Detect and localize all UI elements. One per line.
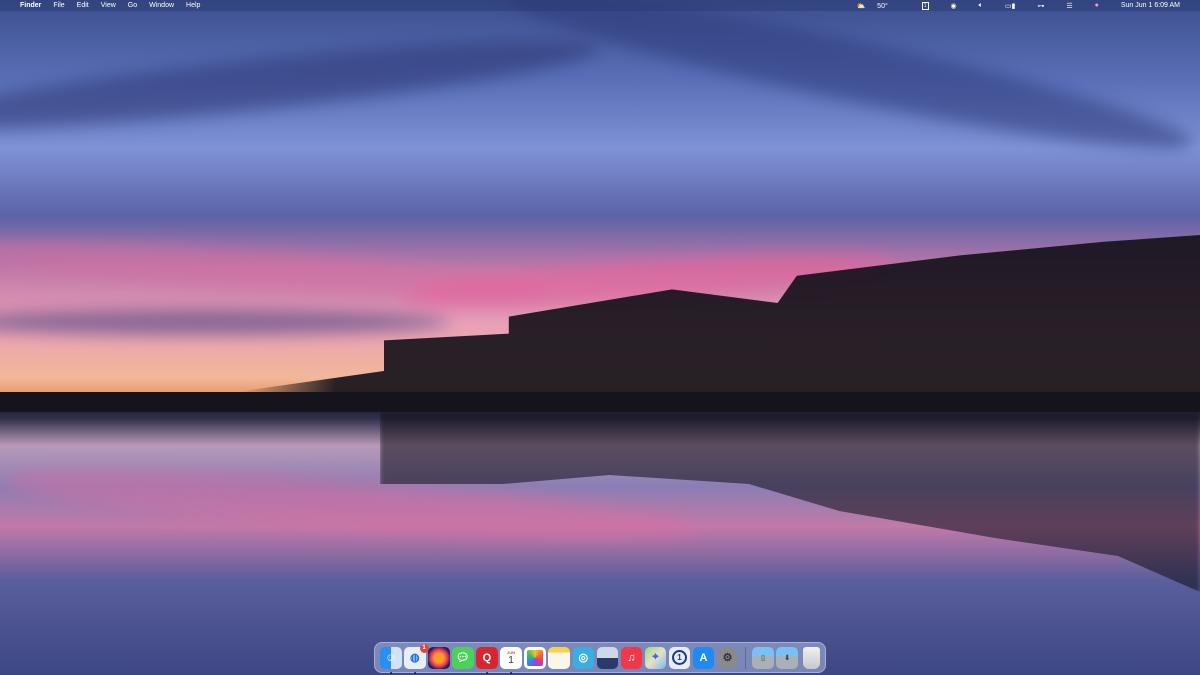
speech-bubble-icon: 💬︎ xyxy=(455,652,470,664)
dock-messages[interactable]: 💬︎ xyxy=(452,646,474,669)
music-note-icon: ♫ xyxy=(627,651,636,664)
menu-go[interactable]: Go xyxy=(128,2,137,9)
dock-system-settings[interactable]: ⚙ xyxy=(716,646,739,669)
thunderbird-icon: ◍ xyxy=(410,652,420,664)
keyboard-input-icon[interactable]: 1 xyxy=(921,1,929,10)
document-icon: ▯ xyxy=(761,654,766,662)
menu-edit[interactable]: Edit xyxy=(77,2,89,9)
finder-face-icon: ☺ xyxy=(385,651,397,664)
app-store-icon: A xyxy=(699,651,708,664)
volume-icon[interactable]: 🔈︎ xyxy=(979,2,983,10)
wallpaper-shore xyxy=(0,392,1200,412)
siri-icon[interactable]: ● xyxy=(1095,2,1099,9)
map-pin-icon: ⌖ xyxy=(652,651,659,663)
running-indicator xyxy=(510,671,513,674)
dock: ☺ ◍ 1 💬︎ Q JUN 1 ◎ ♫ ⌖ 1 A ⚙ ▯ ⬇ xyxy=(374,642,826,674)
gear-icon: ⚙ xyxy=(722,652,733,664)
wallpaper-cloud xyxy=(0,23,601,147)
dock-preview[interactable] xyxy=(596,646,619,669)
battery-icon[interactable]: ▭▮ xyxy=(1005,2,1015,10)
running-indicator xyxy=(486,671,489,674)
wallpaper-cloud xyxy=(0,310,450,335)
dock-quip[interactable]: Q xyxy=(476,646,498,674)
wallpaper-cloud xyxy=(501,0,1199,173)
1password-icon: 1 xyxy=(671,650,687,665)
weather-cloud-sun-icon: ⛅ xyxy=(856,2,866,10)
dock-notes[interactable] xyxy=(548,646,570,669)
dock-1password[interactable]: 1 xyxy=(668,646,691,669)
dock-downloads-folder[interactable]: ⬇ xyxy=(776,646,798,669)
vpn-icon[interactable]: ◉ xyxy=(951,2,957,10)
menu-app-finder[interactable]: Finder xyxy=(20,2,41,9)
control-center-icon[interactable]: ☰ xyxy=(1066,2,1072,10)
dock-photos[interactable] xyxy=(524,646,546,669)
calendar-day: 1 xyxy=(508,654,514,666)
weather-temp: 50° xyxy=(877,2,888,10)
running-indicator xyxy=(390,671,392,674)
menu-bar: Finder File Edit View Go Window Help ⛅ 50… xyxy=(0,0,1200,11)
dock-separator xyxy=(744,646,746,669)
weather-status[interactable]: ⛅ 50° xyxy=(856,2,899,10)
dock-finder[interactable]: ☺ xyxy=(380,646,402,674)
dock-music[interactable]: ♫ xyxy=(620,646,643,669)
dock-edge[interactable]: ◎ xyxy=(572,646,595,669)
dock-thunderbird[interactable]: ◍ 1 xyxy=(404,643,429,674)
menu-help[interactable]: Help xyxy=(186,2,200,9)
dock-documents-folder[interactable]: ▯ xyxy=(752,646,774,669)
quip-icon: Q xyxy=(482,651,492,664)
menu-window[interactable]: Window xyxy=(149,2,174,9)
dock-calendar[interactable]: JUN 1 xyxy=(500,646,522,674)
dock-app-store[interactable]: A xyxy=(692,646,715,669)
swirl-icon: ◎ xyxy=(578,652,589,664)
download-arrow-icon: ⬇ xyxy=(784,654,791,662)
running-indicator xyxy=(414,671,417,674)
dock-firefox[interactable] xyxy=(428,646,450,669)
menu-view[interactable]: View xyxy=(101,2,116,9)
dock-trash[interactable] xyxy=(803,646,821,669)
bluetooth-dumbbell-icon[interactable]: ⊶ xyxy=(1037,2,1044,10)
clock[interactable]: Sun Jun 1 6:09 AM xyxy=(1121,2,1180,9)
dock-maps[interactable]: ⌖ xyxy=(644,646,667,669)
menu-file[interactable]: File xyxy=(53,2,64,9)
